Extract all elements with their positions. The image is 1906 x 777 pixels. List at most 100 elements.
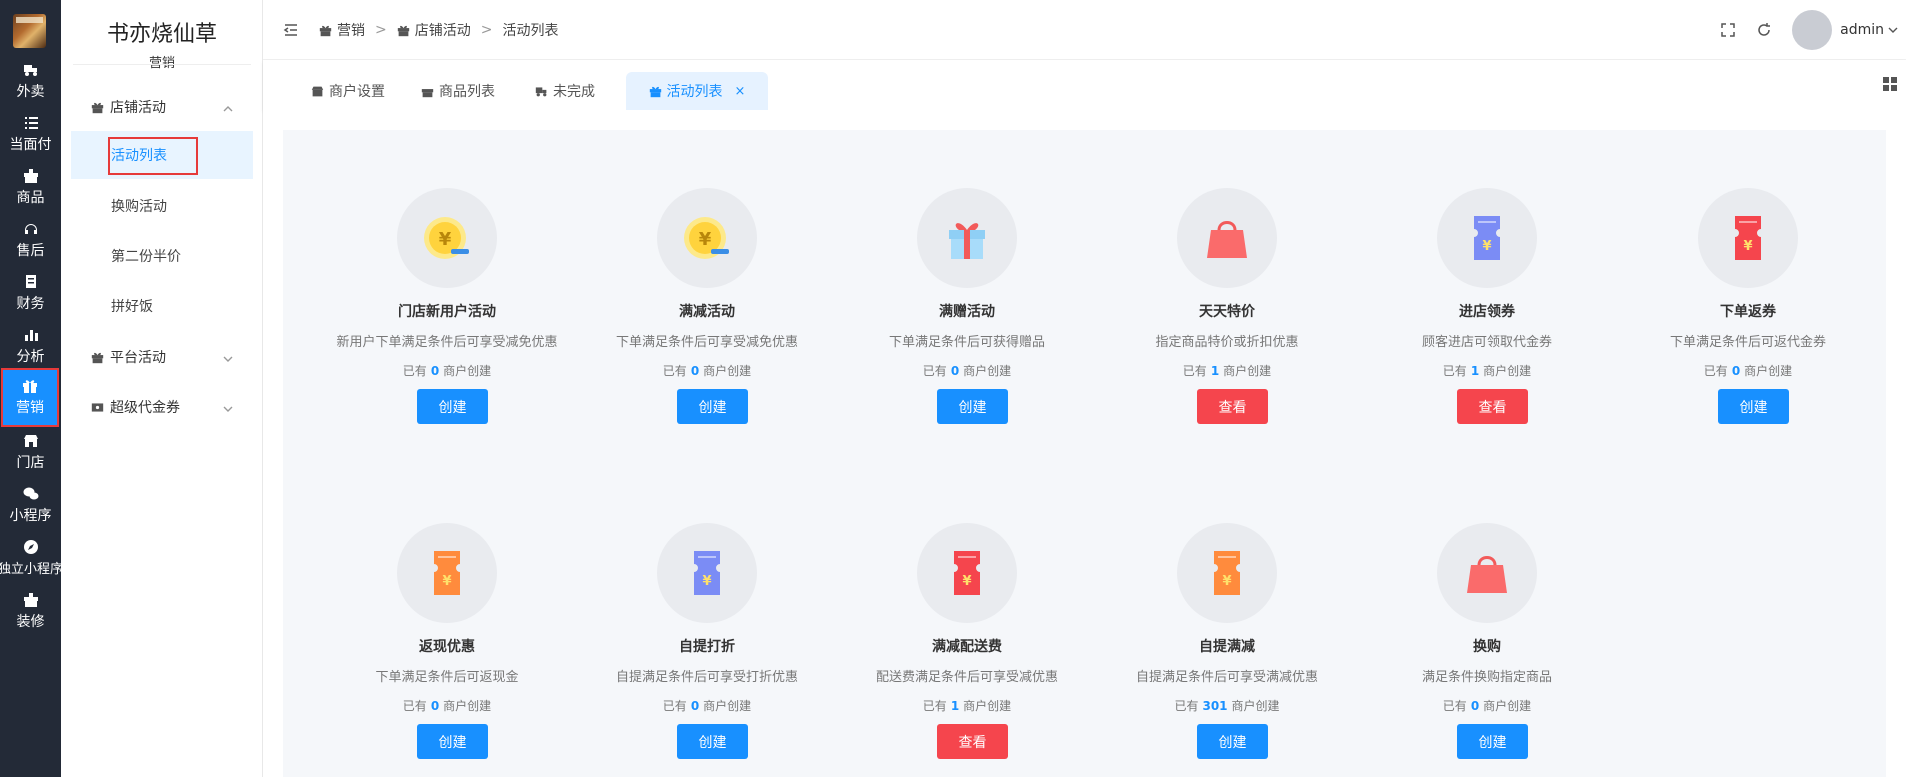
user-name[interactable]: admin	[1840, 22, 1884, 38]
rail-item-analysis[interactable]: 分析	[0, 317, 61, 375]
activity-icon-circle	[1177, 188, 1277, 288]
count-prefix: 已有	[662, 699, 687, 713]
rail-item-marketing[interactable]: 营销	[1, 368, 59, 427]
rail-item-after-sale[interactable]: 售后	[0, 211, 61, 269]
rail-item-delivery[interactable]: 外卖	[0, 52, 61, 110]
rail-item-store[interactable]: 门店	[0, 423, 61, 481]
divider	[73, 64, 251, 65]
count-value: 0	[950, 364, 960, 378]
tab-label: 商品列表	[439, 84, 495, 100]
sub-item-second-half-price[interactable]: 第二份半价	[71, 232, 253, 280]
activity-description: 下单满足条件后可返现金	[375, 670, 519, 685]
breadcrumb-label: 营销	[337, 23, 365, 39]
activity-icon-circle: ¥	[397, 523, 497, 623]
activity-count: 已有 0 商户创建	[577, 697, 837, 714]
activity-card: ¥ 进店领券 顾客进店可领取代金券 已有 1 商户创建 查看	[1357, 188, 1617, 448]
count-suffix: 商户创建	[1231, 699, 1280, 713]
rail-item-label: 独立小程序	[0, 562, 61, 577]
view-button[interactable]: 查看	[937, 724, 1008, 759]
sub-item-activity-list[interactable]: 活动列表	[71, 131, 253, 179]
rail-item-face-pay[interactable]: 当面付	[0, 105, 61, 163]
menu-group-platform-activity[interactable]: 平台活动	[61, 337, 263, 377]
create-button[interactable]: 创建	[677, 724, 748, 759]
activity-description: 自提满足条件后可享受打折优惠	[615, 670, 798, 685]
count-suffix: 商户创建	[1744, 364, 1793, 378]
breadcrumb-item: 活动列表	[502, 20, 558, 40]
brush-icon	[23, 592, 38, 607]
list-icon	[24, 116, 38, 129]
count-suffix: 商户创建	[443, 364, 492, 378]
create-button[interactable]: 创建	[1718, 389, 1789, 424]
menu-group-store-activity[interactable]: 店铺活动	[61, 87, 263, 127]
count-suffix: 商户创建	[1223, 364, 1272, 378]
rail-item-mini-program[interactable]: 小程序	[0, 476, 61, 534]
count-suffix: 商户创建	[1483, 699, 1532, 713]
headset-icon	[24, 223, 37, 234]
count-prefix: 已有	[922, 364, 947, 378]
secondary-sidebar: 书亦烧仙草 营销 店铺活动 活动列表 换购活动 第二份半价 拼好饭 平台活动 超…	[61, 0, 263, 777]
activity-count: 已有 0 商户创建	[317, 362, 577, 379]
view-button[interactable]: 查看	[1197, 389, 1268, 424]
breadcrumb-item[interactable]: 营销	[319, 20, 365, 40]
tab-label: 未完成	[553, 84, 595, 100]
count-value: 0	[430, 364, 440, 378]
menu-group-super-coupon[interactable]: 超级代金券	[61, 387, 263, 427]
activity-card: 换购 满足条件换购指定商品 已有 0 商户创建 创建	[1357, 523, 1617, 777]
tab-merchant-settings[interactable]: 商户设置	[303, 72, 393, 110]
rail-item-goods[interactable]: 商品	[0, 158, 61, 216]
count-suffix: 商户创建	[703, 699, 752, 713]
menu-fold-icon[interactable]	[283, 22, 299, 38]
activity-count: 已有 1 商户创建	[1097, 362, 1357, 379]
refresh-icon[interactable]	[1756, 22, 1772, 38]
gift-icon	[91, 352, 104, 363]
create-button[interactable]: 创建	[937, 389, 1008, 424]
activity-title: 满减配送费	[932, 639, 1002, 655]
rail-item-label: 当面付	[9, 136, 52, 153]
create-button[interactable]: 创建	[417, 389, 488, 424]
ticket-icon: ¥	[1201, 547, 1253, 599]
sub-item-exchange-activity[interactable]: 换购活动	[71, 182, 253, 230]
close-icon[interactable]: ×	[735, 84, 746, 99]
rail-item-standalone-mini-program[interactable]: 独立小程序	[0, 529, 61, 587]
tab-activity-list[interactable]: 活动列表 ×	[626, 72, 768, 110]
sub-item-label: 第二份半价	[111, 249, 181, 265]
main-content: ¥ 门店新用户活动 新用户下单满足条件后可享受减免优惠 已有 0 商户创建 创建 ¥ 满减活动下…	[263, 110, 1906, 777]
activity-description: 新用户下单满足条件后可享受减免优惠	[336, 335, 558, 350]
activity-icon-circle: ¥	[917, 523, 1017, 623]
activity-icon-circle	[917, 188, 1017, 288]
activity-title: 自提打折	[679, 639, 735, 655]
create-button[interactable]: 创建	[1197, 724, 1268, 759]
create-button[interactable]: 创建	[677, 389, 748, 424]
breadcrumb-separator: >	[480, 22, 493, 38]
activity-icon-circle: ¥	[1437, 188, 1537, 288]
activity-icon-circle: ¥	[1177, 523, 1277, 623]
menu-group-label: 平台活动	[110, 350, 166, 366]
count-prefix: 已有	[1442, 364, 1467, 378]
gift-icon	[23, 380, 37, 393]
create-button[interactable]: 创建	[1457, 724, 1528, 759]
activity-title: 门店新用户活动	[398, 304, 496, 320]
activity-icon-circle: ¥	[1698, 188, 1798, 288]
goods-icon	[23, 168, 38, 183]
view-button[interactable]: 查看	[1457, 389, 1528, 424]
sub-item-group-meal[interactable]: 拼好饭	[71, 282, 253, 330]
chevron-down-icon[interactable]	[1888, 25, 1898, 35]
sub-item-label: 换购活动	[111, 199, 167, 215]
activity-count: 已有 0 商户创建	[1618, 362, 1878, 379]
rail-item-finance[interactable]: 财务	[0, 264, 61, 322]
grid-icon[interactable]	[1882, 76, 1898, 92]
breadcrumb-item[interactable]: 店铺活动	[397, 20, 471, 40]
svg-text:¥: ¥	[699, 229, 712, 250]
rail-item-decoration[interactable]: 装修	[0, 582, 61, 640]
create-button[interactable]: 创建	[417, 724, 488, 759]
avatar[interactable]	[1792, 10, 1833, 50]
fullscreen-icon[interactable]	[1720, 22, 1736, 38]
coin-icon: ¥	[421, 212, 473, 264]
activity-title: 天天特价	[1199, 304, 1255, 320]
activity-title: 满减活动	[679, 304, 735, 320]
tab-goods-list[interactable]: 商品列表	[413, 72, 503, 110]
ticket-icon: ¥	[1722, 212, 1774, 264]
bar-chart-icon	[24, 329, 38, 341]
ticket-icon: ¥	[681, 547, 733, 599]
tab-unfinished[interactable]: 未完成	[525, 72, 605, 110]
